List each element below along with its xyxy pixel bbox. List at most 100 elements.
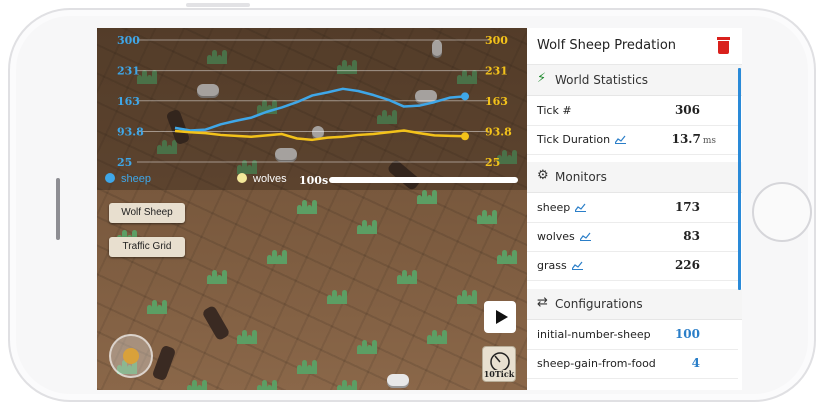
trash-icon[interactable] — [717, 37, 730, 54]
phone-top-button — [186, 3, 250, 7]
monitor-label-wrap: sheep — [537, 201, 587, 214]
simulation-view[interactable]: 300 300 231 231 163 163 93.8 93.8 25 25 sheep wol… — [97, 28, 527, 390]
grass-patch — [427, 328, 449, 344]
speed-button[interactable]: 10Tick — [482, 346, 516, 382]
side-panel: Wolf Sheep Predation ⚡ World Statistics … — [527, 28, 742, 390]
app-screen: 300 300 231 231 163 163 93.8 93.8 25 25 sheep wol… — [97, 28, 742, 390]
grass-blade — [492, 210, 497, 224]
line-chart-icon[interactable] — [579, 232, 591, 241]
wolf-sheep-model-button[interactable]: Wolf Sheep — [109, 203, 185, 223]
monitor-row-wolves: wolves 83 — [527, 222, 738, 252]
grass-blade — [442, 330, 447, 344]
y-tick-label-left: 300 — [117, 34, 140, 47]
monitors-label: Monitors — [555, 170, 607, 184]
configurations-label: Configurations — [555, 297, 643, 311]
line-chart-icon[interactable] — [575, 203, 587, 212]
camera-control[interactable] — [109, 334, 153, 378]
grass-patch — [267, 248, 289, 264]
series-line-sheep — [174, 87, 466, 132]
speed-label: 10Tick — [483, 369, 515, 379]
series-endpoint-sheep — [461, 92, 469, 101]
legend-sheep: sheep — [105, 173, 151, 185]
grass-blade — [412, 270, 417, 284]
config-row[interactable]: sheep-gain-from-food 4 — [527, 349, 738, 379]
monitor-row-sheep: sheep 173 — [527, 193, 738, 223]
home-button[interactable] — [752, 182, 812, 242]
speedometer-icon — [490, 352, 510, 370]
legend-sheep-dot — [105, 173, 115, 183]
grass-blade — [222, 270, 227, 284]
tick-row: Tick # 306 — [527, 96, 738, 126]
y-tick-label-left: 25 — [117, 156, 132, 169]
line-chart-icon[interactable] — [615, 135, 627, 144]
config-label: sheep-gain-from-food — [537, 357, 656, 370]
grass-blade — [432, 190, 437, 204]
config-value[interactable]: 100 — [675, 327, 700, 341]
y-tick-label-left: 93.8 — [117, 125, 144, 138]
y-tick-label-right: 300 — [485, 34, 508, 47]
grass-blade — [342, 290, 347, 304]
monitor-row-grass: grass 226 — [527, 251, 738, 281]
tick-duration-label-wrap: Tick Duration — [537, 133, 627, 146]
configurations-header[interactable]: ⇄ Configurations — [527, 289, 742, 320]
population-plot[interactable]: 300 300 231 231 163 163 93.8 93.8 25 25 sheep wol… — [97, 28, 527, 190]
grass-blade — [312, 200, 317, 214]
monitors-header[interactable]: ⚙ Monitors — [527, 162, 742, 193]
trash-body — [718, 41, 729, 54]
grass-patch — [357, 338, 379, 354]
grass-patch — [357, 218, 379, 234]
configurations-icon: ⇄ — [537, 295, 548, 310]
wolf-agent — [201, 304, 231, 342]
config-row[interactable]: initial-number-sheep 100 — [527, 320, 738, 350]
tick-duration-label: Tick Duration — [537, 133, 611, 146]
sheep-agent — [387, 374, 409, 386]
grass-patch — [187, 378, 209, 390]
time-window-slider[interactable] — [329, 177, 518, 183]
grass-patch — [297, 198, 319, 214]
play-button[interactable] — [484, 301, 516, 333]
camera-icon — [123, 348, 139, 364]
grass-blade — [512, 250, 517, 264]
monitor-icon: ⚙ — [537, 168, 549, 183]
y-tick-label-right: 25 — [485, 156, 500, 169]
grass-patch — [497, 248, 519, 264]
y-tick-label-left: 231 — [117, 65, 140, 78]
y-tick-label-right: 163 — [485, 95, 508, 108]
tick-duration-row: Tick Duration 13.7 ms — [527, 125, 738, 155]
line-chart-icon[interactable] — [571, 261, 583, 270]
grass-patch — [397, 268, 419, 284]
monitor-value: 83 — [683, 229, 700, 243]
grass-patch — [237, 328, 259, 344]
grass-blade — [372, 220, 377, 234]
legend-wolves: wolves — [237, 173, 287, 185]
monitor-label-wrap: wolves — [537, 230, 591, 243]
grass-patch — [337, 378, 359, 390]
monitor-label: sheep — [537, 201, 571, 214]
config-value[interactable]: 4 — [692, 356, 700, 370]
tick-value: 306 — [674, 103, 700, 117]
grass-patch — [327, 288, 349, 304]
config-label: initial-number-sheep — [537, 328, 651, 341]
grass-patch — [257, 378, 279, 390]
wolf-agent — [151, 344, 177, 382]
traffic-grid-model-button[interactable]: Traffic Grid — [109, 237, 185, 257]
model-title: Wolf Sheep Predation — [537, 38, 677, 53]
series-endpoint-wolves — [461, 132, 469, 141]
panel-scrollbar[interactable] — [738, 68, 741, 290]
grass-blade — [252, 330, 257, 344]
y-tick-label-right: 93.8 — [485, 125, 512, 138]
panel-header: Wolf Sheep Predation — [527, 28, 742, 65]
monitor-label: grass — [537, 259, 567, 272]
world-statistics-header[interactable]: ⚡ World Statistics — [527, 65, 742, 96]
grass-blade — [372, 340, 377, 354]
monitor-label-wrap: grass — [537, 259, 583, 272]
grass-blade — [282, 250, 287, 264]
monitor-value: 226 — [674, 258, 700, 272]
legend-sheep-label: sheep — [121, 173, 151, 185]
tick-duration-value-wrap: 13.7 ms — [672, 132, 716, 146]
plot-canvas: 300 300 231 231 163 163 93.8 93.8 25 25 — [117, 34, 512, 169]
trash-lid — [717, 37, 730, 40]
grass-blade — [272, 380, 277, 390]
phone-side-button — [56, 178, 60, 240]
y-tick-label-right: 231 — [485, 65, 508, 78]
